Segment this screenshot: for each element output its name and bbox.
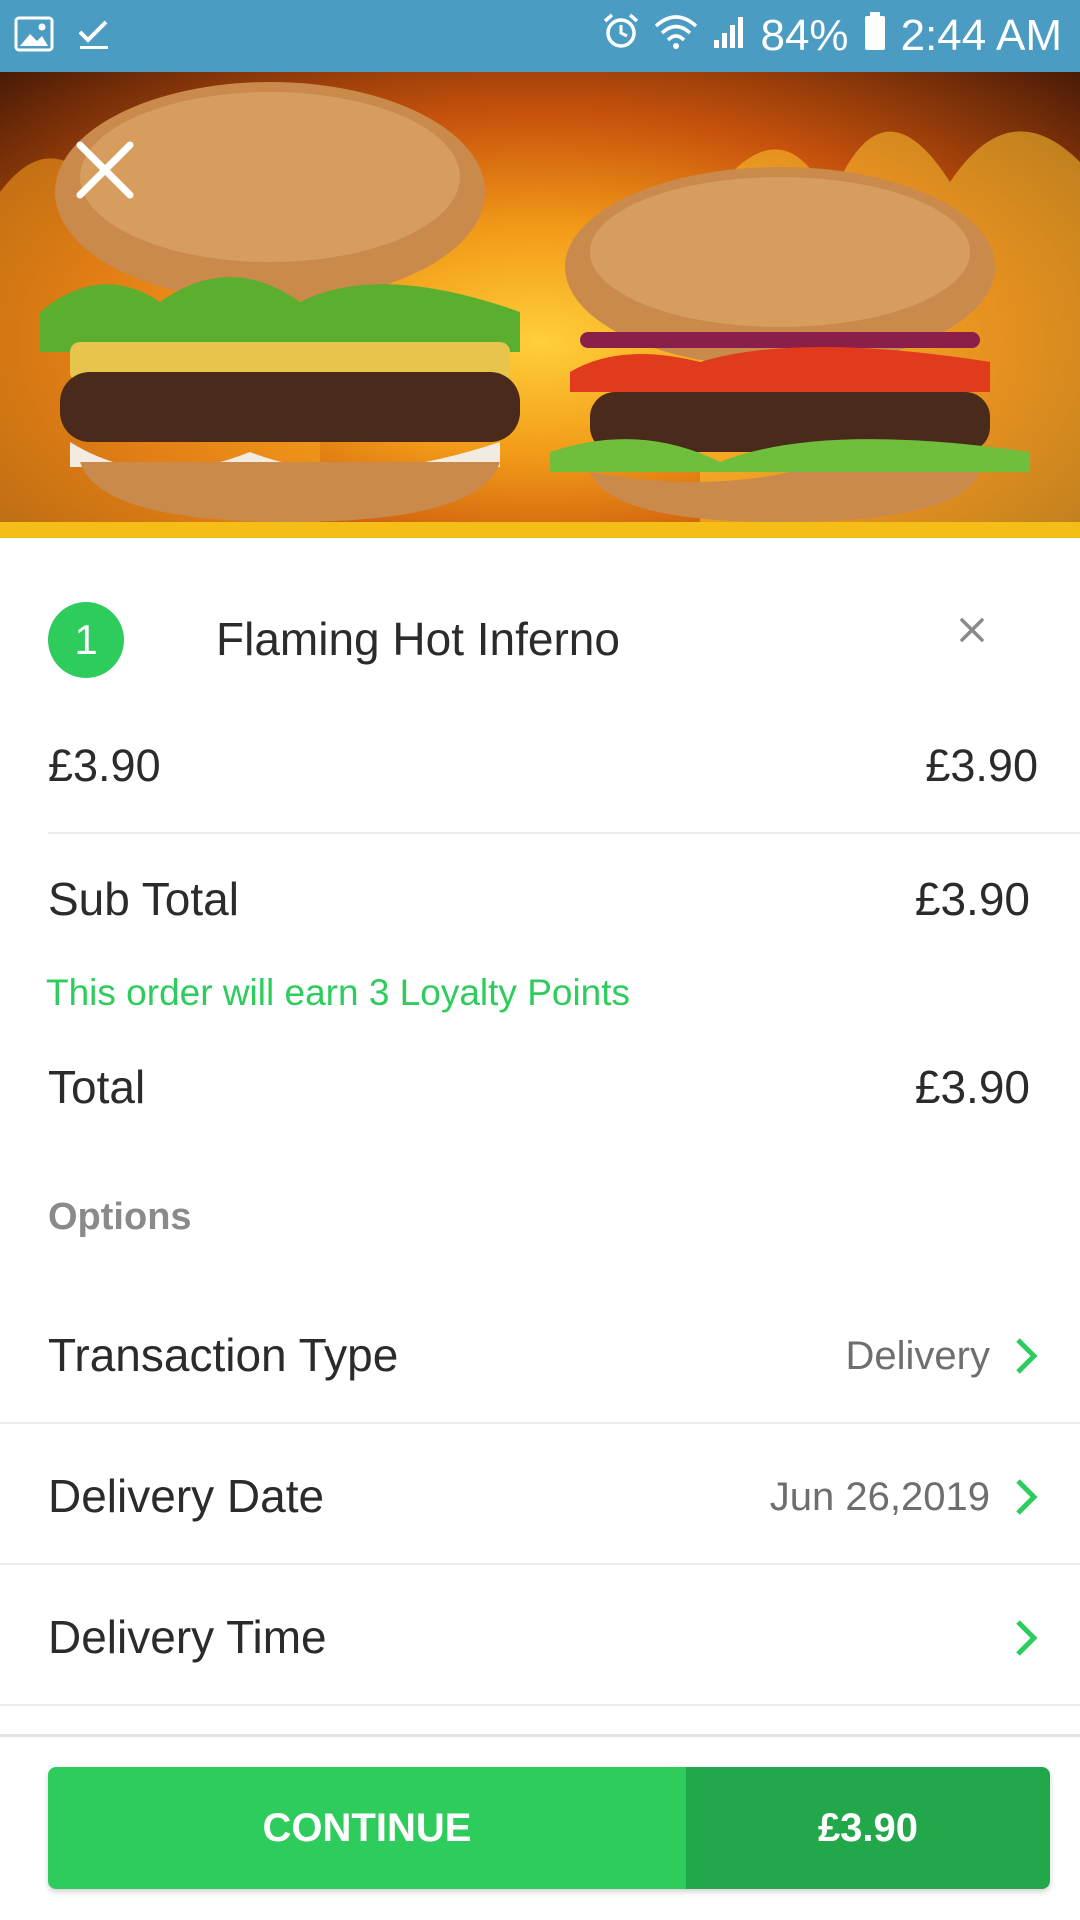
continue-label[interactable]: CONTINUE [48, 1767, 686, 1889]
status-bar: 84% 2:44 AM [0, 0, 1080, 72]
sub-total-label: Sub Total [48, 873, 239, 925]
item-unit-price: £3.90 [48, 740, 161, 791]
loyalty-points-text: This order will earn 3 Loyalty Points [46, 972, 631, 1013]
sub-total-value: £3.90 [914, 873, 1030, 925]
hero-accent-stripe [0, 522, 1080, 538]
option-delivery-date[interactable]: Delivery Date Jun 26,2019 [0, 1425, 1080, 1565]
continue-button[interactable]: CONTINUE £3.90 [48, 1767, 1050, 1889]
clock: 2:44 AM [900, 11, 1062, 60]
battery-icon [863, 11, 887, 62]
continue-price[interactable]: £3.90 [686, 1767, 1050, 1889]
alarm-icon [602, 11, 640, 61]
chevron-right-icon [1012, 1477, 1042, 1517]
option-transaction-type[interactable]: Transaction Type Delivery [0, 1284, 1080, 1424]
chevron-right-icon [1012, 1618, 1042, 1658]
remove-item-icon[interactable] [950, 608, 994, 652]
battery-percent: 84% [760, 11, 849, 60]
hero-burger-image [0, 72, 1080, 522]
item-line-total: £3.90 [925, 740, 1038, 791]
wifi-icon [654, 11, 698, 61]
sub-total-row: Sub Total £3.90 [48, 872, 1030, 932]
option-delivery-time[interactable]: Delivery Time [0, 1566, 1080, 1706]
task-done-notification-icon [76, 16, 112, 57]
gallery-notification-icon [14, 16, 54, 57]
total-label: Total [48, 1061, 146, 1113]
item-name: Flaming Hot Inferno [216, 613, 620, 665]
quantity-badge: 1 [48, 602, 124, 678]
option-label: Delivery Time [48, 1611, 327, 1663]
total-value: £3.90 [914, 1061, 1030, 1113]
total-row: Total £3.90 [48, 1060, 1030, 1120]
bottom-separator [0, 1734, 1080, 1737]
item-price-row: £3.90 £3.90 [48, 740, 1038, 800]
close-icon[interactable] [70, 135, 140, 205]
option-value: Delivery [845, 1334, 990, 1378]
option-label: Delivery Date [48, 1470, 325, 1522]
chevron-right-icon [1012, 1336, 1042, 1376]
signal-icon [712, 11, 746, 61]
options-header: Options [48, 1196, 192, 1238]
cart-item-row: 1 Flaming Hot Inferno [0, 590, 1080, 690]
divider [48, 832, 1080, 834]
option-label: Transaction Type [48, 1329, 399, 1381]
option-value: Jun 26,2019 [769, 1475, 990, 1519]
